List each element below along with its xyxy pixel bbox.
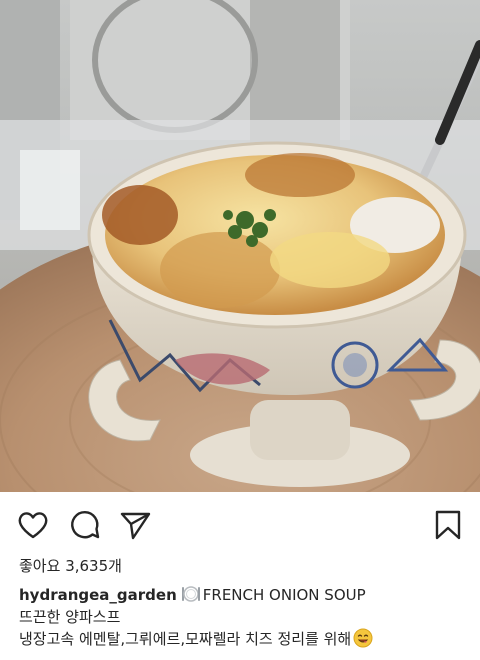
caption-title: FRENCH ONION SOUP — [202, 586, 366, 604]
likes-count[interactable]: 좋아요 3,635개 — [19, 556, 122, 576]
bookmark-icon — [435, 510, 461, 540]
save-button[interactable] — [431, 508, 465, 542]
post-caption: hydrangea_garden FRENCH ONION SOUP 뜨끈한 양… — [19, 584, 469, 650]
comment-bubble-icon — [71, 511, 100, 539]
caption-line-3-text: 냉장고속 에멘탈,그뤼에르,모짜렐라 치즈 정리를 위해 — [19, 630, 352, 648]
comment-button[interactable] — [68, 508, 102, 542]
share-button[interactable] — [118, 508, 152, 542]
caption-line-3: 냉장고속 에멘탈,그뤼에르,모짜렐라 치즈 정리를 위해 — [19, 628, 469, 650]
like-button[interactable] — [16, 508, 50, 542]
caption-line-2: 뜨끈한 양파스프 — [19, 608, 121, 626]
likes-suffix: 개 — [108, 557, 122, 575]
paper-plane-icon — [120, 512, 151, 540]
smiling-face-icon — [353, 628, 373, 648]
likes-label: 좋아요 — [19, 557, 61, 575]
likes-number: 3,635 — [65, 557, 109, 575]
username-link[interactable]: hydrangea_garden — [19, 586, 177, 604]
heart-icon — [18, 512, 48, 539]
post-photo[interactable] — [0, 0, 480, 492]
post-action-bar — [0, 492, 480, 556]
plate-with-cutlery-icon — [181, 584, 201, 604]
caption-line-1: hydrangea_garden FRENCH ONION SOUP — [19, 584, 469, 606]
soup-bowl-image — [0, 0, 480, 492]
